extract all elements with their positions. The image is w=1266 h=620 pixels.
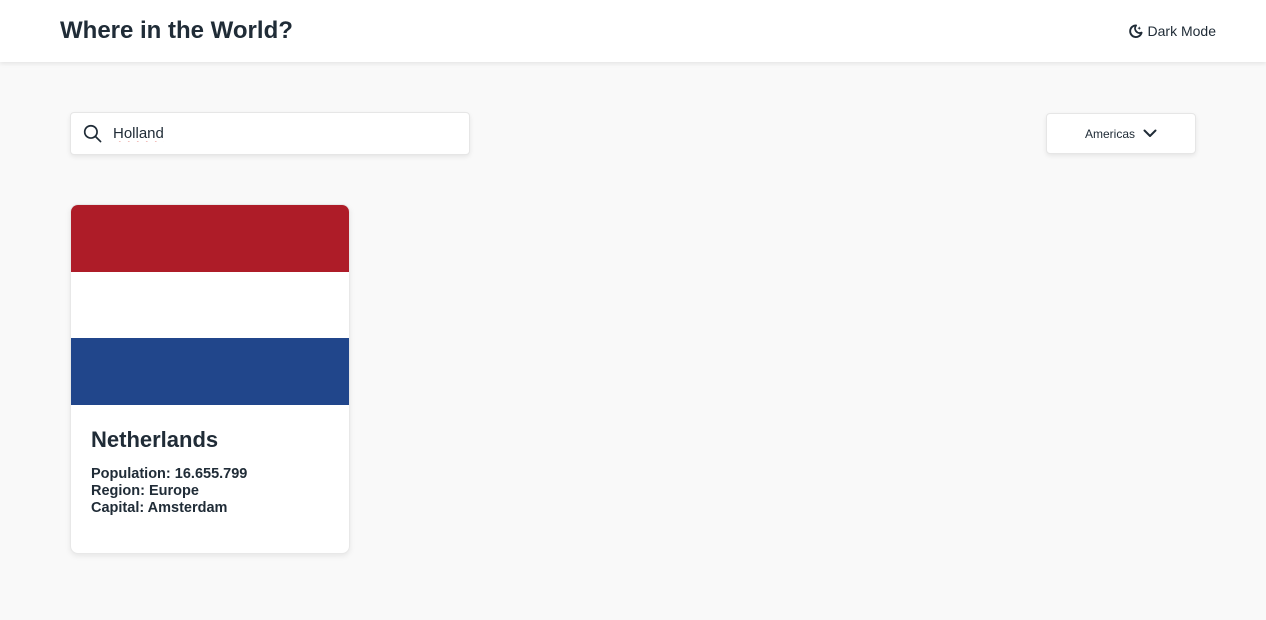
region-filter-dropdown[interactable]: Americas [1046, 113, 1196, 154]
capital-label: Capital: [91, 500, 145, 516]
flag-stripe-red [71, 205, 349, 272]
flag-stripe-white [71, 271, 349, 339]
country-card[interactable]: Netherlands Population: 16.655.799 Regio… [70, 204, 350, 554]
dark-mode-label: Dark Mode [1147, 23, 1216, 39]
population-value: 16.655.799 [174, 466, 248, 482]
dark-mode-toggle[interactable]: Dark Mode [1128, 23, 1216, 39]
capital-value: Amsterdam [147, 500, 228, 516]
region-value: Europe [149, 483, 199, 499]
moon-icon [1128, 23, 1143, 39]
country-flag [71, 205, 349, 406]
region-label: Region: [91, 483, 145, 499]
search-input[interactable] [111, 124, 441, 143]
capital-line: Capital: Amsterdam [91, 500, 329, 517]
search-box[interactable] [70, 112, 470, 155]
region-line: Region: Europe [91, 483, 329, 500]
card-body: Netherlands Population: 16.655.799 Regio… [71, 405, 349, 517]
chevron-down-icon [1143, 129, 1157, 138]
region-filter-selected: Americas [1084, 126, 1135, 141]
population-label: Population: [91, 466, 171, 482]
app-header: Where in the World? Dark Mode [0, 0, 1266, 62]
app-title: Where in the World? [60, 17, 293, 44]
country-name: Netherlands [91, 427, 219, 452]
search-icon [83, 124, 102, 143]
flag-stripe-blue [71, 338, 349, 406]
population-line: Population: 16.655.799 [91, 466, 329, 483]
